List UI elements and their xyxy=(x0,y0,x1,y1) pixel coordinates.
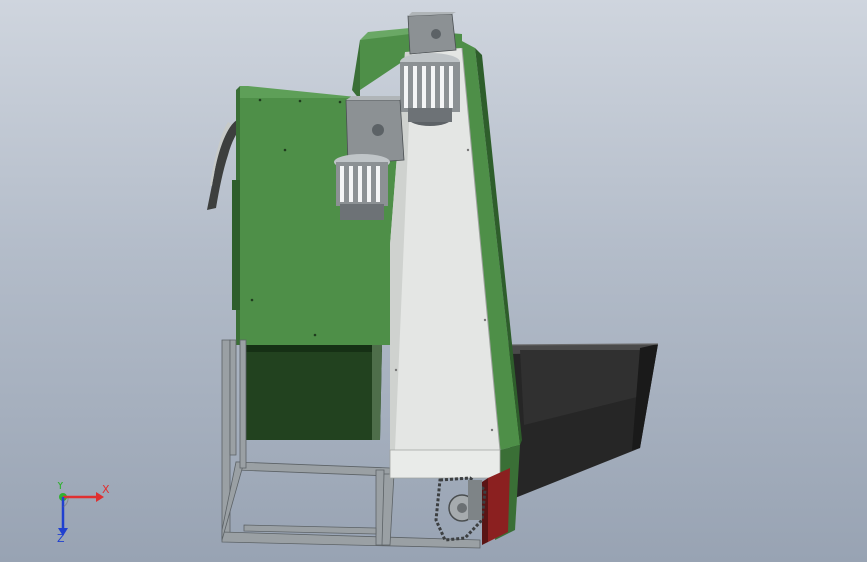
drive-sprocket[interactable] xyxy=(434,476,487,542)
discharge-hopper[interactable] xyxy=(499,343,659,498)
machine-model-3d[interactable] xyxy=(0,0,867,562)
z-axis-arrow xyxy=(58,497,68,536)
axis-triad: X Y Z xyxy=(56,482,110,544)
y-axis-label: Y xyxy=(56,482,64,492)
z-axis-label: Z xyxy=(57,532,65,544)
upper-motor[interactable] xyxy=(400,12,460,126)
x-axis-arrow xyxy=(63,492,104,502)
x-axis-label: X xyxy=(102,483,110,496)
lower-chamber xyxy=(246,345,382,440)
cad-viewport[interactable]: X Y Z xyxy=(0,0,867,562)
